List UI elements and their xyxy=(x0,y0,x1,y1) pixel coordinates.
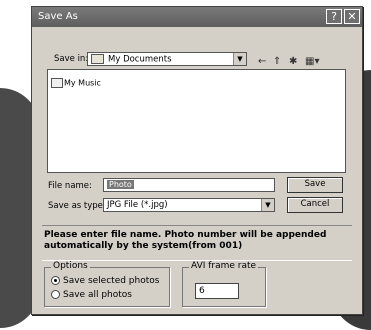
save-as-type-label: Save as type: xyxy=(48,201,106,211)
file-name-label: File name: xyxy=(48,181,92,191)
documents-folder-icon xyxy=(91,54,104,64)
cancel-button[interactable]: Cancel xyxy=(287,197,343,213)
radio-save-selected-label: Save selected photos xyxy=(63,276,160,286)
save-as-type-dropdown[interactable]: JPG File (*.jpg) ▼ xyxy=(103,198,275,212)
chevron-down-icon: ▼ xyxy=(233,53,246,65)
list-item-label: My Music xyxy=(64,78,101,88)
options-group: Options Save selected photos Save all ph… xyxy=(44,261,170,307)
radio-save-all-label: Save all photos xyxy=(63,290,132,300)
save-in-label: Save in: xyxy=(54,54,89,64)
options-title: Options xyxy=(51,261,90,271)
dialog-title: Save As xyxy=(38,11,78,22)
back-arrow-icon[interactable]: ← xyxy=(258,56,266,67)
save-in-value: My Documents xyxy=(108,54,172,65)
message-panel: Please enter file name. Photo number wil… xyxy=(42,225,352,261)
help-button[interactable]: ? xyxy=(326,9,342,24)
file-list[interactable]: My Music xyxy=(47,69,346,173)
save-as-type-value: JPG File (*.jpg) xyxy=(107,200,168,210)
radio-save-selected[interactable]: Save selected photos xyxy=(51,276,159,286)
close-button[interactable]: ✕ xyxy=(344,9,360,24)
radio-selected-icon xyxy=(51,276,60,285)
avi-frame-rate-title: AVI frame rate xyxy=(189,261,259,271)
file-name-value: Photo xyxy=(107,180,134,189)
chevron-down-icon: ▼ xyxy=(261,199,274,211)
new-folder-icon[interactable]: ✱ xyxy=(289,56,297,67)
save-button[interactable]: Save xyxy=(287,177,343,193)
music-folder-icon xyxy=(51,78,63,88)
save-as-dialog: Save As ? ✕ Save in: My Documents ▼ ← ⇑ … xyxy=(31,6,363,315)
list-item[interactable]: My Music xyxy=(51,78,101,88)
title-bar: Save As ? ✕ xyxy=(32,7,362,27)
file-name-input[interactable]: Photo xyxy=(103,178,275,192)
view-menu-icon[interactable]: ▦▾ xyxy=(305,56,319,67)
radio-save-all[interactable]: Save all photos xyxy=(51,290,132,300)
info-message: Please enter file name. Photo number wil… xyxy=(44,230,327,251)
up-folder-icon[interactable]: ⇑ xyxy=(273,56,281,67)
frame-rate-input[interactable]: 6 xyxy=(195,283,239,299)
save-in-dropdown[interactable]: My Documents ▼ xyxy=(87,52,247,66)
avi-frame-rate-group: AVI frame rate 6 xyxy=(182,261,266,307)
radio-unselected-icon xyxy=(51,290,60,299)
